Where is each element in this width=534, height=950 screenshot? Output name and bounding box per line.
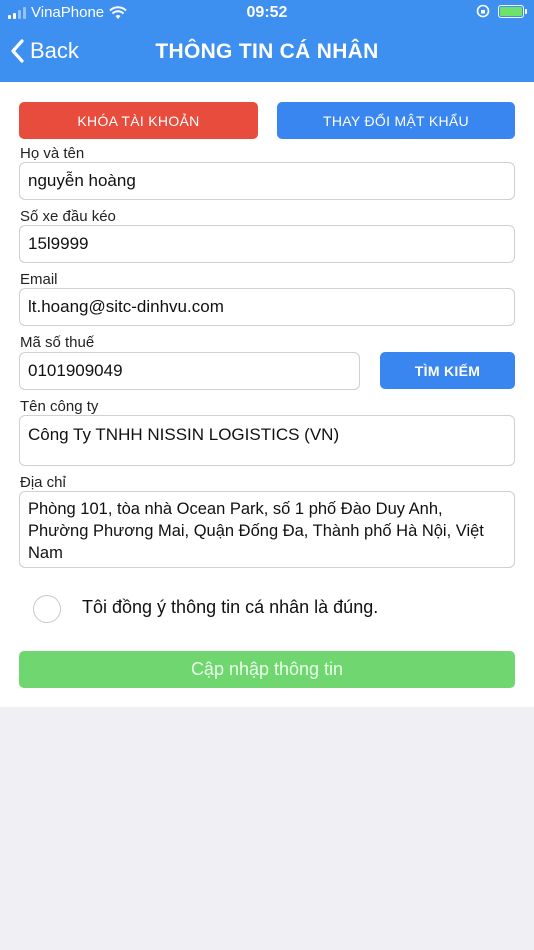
profile-form: KHÓA TÀI KHOẢN THAY ĐỔI MẬT KHẨU Họ và t… bbox=[0, 82, 534, 707]
agree-radio[interactable] bbox=[33, 595, 61, 623]
tractor-plate-label: Số xe đầu kéo bbox=[20, 208, 116, 225]
status-right bbox=[476, 4, 527, 18]
tax-code-label: Mã số thuế bbox=[20, 334, 95, 351]
email-field[interactable]: lt.hoang@sitc-dinhvu.com bbox=[19, 288, 515, 326]
tax-code-field[interactable]: 0101909049 bbox=[19, 352, 360, 390]
status-bar: VinaPhone 09:52 bbox=[0, 0, 534, 28]
address-field[interactable]: Phòng 101, tòa nhà Ocean Park, số 1 phố … bbox=[19, 491, 515, 568]
app-header: VinaPhone 09:52 Back THÔNG TIN CÁ NHÂN bbox=[0, 0, 534, 82]
battery-icon bbox=[498, 4, 527, 18]
full-name-label: Họ và tên bbox=[20, 145, 85, 162]
full-name-field[interactable]: nguyễn hoàng bbox=[19, 162, 515, 200]
tractor-plate-field[interactable]: 15l9999 bbox=[19, 225, 515, 263]
agree-text: Tôi đồng ý thông tin cá nhân là đúng. bbox=[82, 597, 379, 617]
page-title: THÔNG TIN CÁ NHÂN bbox=[155, 40, 379, 63]
lock-account-button[interactable]: KHÓA TÀI KHOẢN bbox=[19, 102, 258, 139]
search-button[interactable]: TÌM KIẾM bbox=[380, 352, 515, 389]
company-label: Tên công ty bbox=[20, 398, 99, 415]
update-info-button[interactable]: Cập nhập thông tin bbox=[19, 651, 515, 688]
status-time: 09:52 bbox=[246, 4, 288, 21]
company-field[interactable]: Công Ty TNHH NISSIN LOGISTICS (VN) bbox=[19, 415, 515, 466]
orientation-lock-icon bbox=[476, 4, 490, 18]
email-label: Email bbox=[20, 271, 58, 288]
address-label: Địa chỉ bbox=[20, 474, 66, 491]
change-password-button[interactable]: THAY ĐỔI MẬT KHẨU bbox=[277, 102, 515, 139]
